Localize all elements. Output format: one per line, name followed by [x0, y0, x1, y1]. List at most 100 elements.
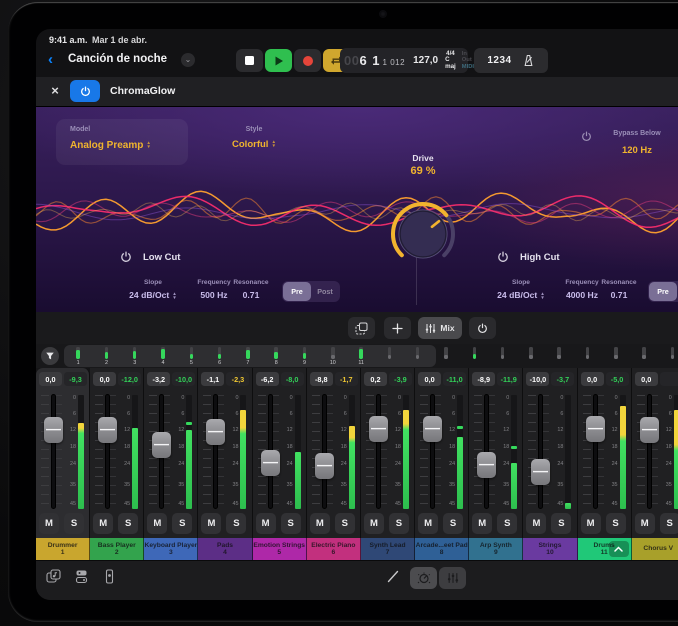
mute-button[interactable]: M — [526, 513, 546, 534]
song-title[interactable]: Canción de noche — [68, 53, 167, 65]
solo-button[interactable]: S — [226, 513, 246, 534]
track-label[interactable]: Pads4 — [198, 538, 252, 560]
mute-button[interactable]: M — [39, 513, 59, 534]
track-label[interactable]: Drummer1 — [36, 538, 90, 560]
solo-button[interactable]: S — [606, 513, 626, 534]
mute-button[interactable]: M — [256, 513, 276, 534]
fader-handle[interactable] — [531, 459, 550, 485]
track-label[interactable]: Bass Player2 — [90, 538, 144, 560]
overview-channel-meter[interactable]: 7 — [234, 345, 262, 367]
overview-channel-meter[interactable]: 3 — [121, 345, 149, 367]
mute-button[interactable]: M — [201, 513, 221, 534]
peak-value[interactable]: -5,0 — [606, 372, 629, 386]
back-chevron-icon[interactable]: ‹ — [48, 50, 53, 70]
pencil-tool-button[interactable] — [386, 569, 401, 584]
peak-value[interactable]: -10,0 — [172, 372, 195, 386]
mute-button[interactable]: M — [581, 513, 601, 534]
fader-handle[interactable] — [640, 417, 659, 443]
overview-channel-meter[interactable]: 5 — [177, 345, 205, 367]
overview-channel-meter[interactable]: 6 — [205, 345, 233, 367]
low-cut-post-button[interactable]: Post — [311, 282, 339, 301]
overview-channel-meter[interactable] — [602, 345, 630, 367]
low-cut-pre-button[interactable]: Pre — [283, 282, 311, 301]
high-cut-power-icon[interactable] — [497, 250, 509, 268]
mute-button[interactable]: M — [147, 513, 167, 534]
low-cut-slope[interactable]: Slope 24 dB/Oct▲▼ — [124, 279, 182, 300]
overview-channel-meter[interactable] — [375, 345, 403, 367]
plugin-tiles-button[interactable] — [74, 569, 89, 584]
solo-button[interactable]: S — [551, 513, 571, 534]
overview-channel-meter[interactable]: 11 — [347, 345, 375, 367]
volume-value[interactable]: -8,9 — [472, 372, 495, 386]
play-button[interactable] — [265, 49, 292, 72]
overview-channel-meter[interactable] — [630, 345, 658, 367]
volume-value[interactable]: 0,0 — [418, 372, 441, 386]
overview-channel-meter[interactable] — [404, 345, 432, 367]
fader-handle[interactable] — [586, 416, 605, 442]
count-in-button[interactable]: 1234 — [487, 55, 511, 66]
overview-channel-meter[interactable]: 2 — [92, 345, 120, 367]
peak-value[interactable]: -3,9 — [389, 372, 412, 386]
peak-value[interactable]: -11,0 — [443, 372, 466, 386]
fader-handle[interactable] — [44, 417, 63, 443]
bypass-power-icon[interactable] — [581, 129, 592, 147]
track-label[interactable]: Strings10 — [523, 538, 577, 560]
record-button[interactable] — [294, 49, 321, 72]
mixer-power-button[interactable] — [469, 317, 496, 339]
loop-browser-button[interactable] — [46, 569, 61, 584]
drive-knob[interactable] — [383, 194, 463, 274]
high-cut-resonance[interactable]: Resonance 0.71 — [596, 279, 642, 300]
fader-handle[interactable] — [315, 453, 334, 479]
overview-channel-meter[interactable] — [573, 345, 601, 367]
knob-view-button[interactable] — [410, 567, 437, 589]
volume-value[interactable]: 0,0 — [635, 372, 658, 386]
solo-button[interactable]: S — [389, 513, 409, 534]
track-label[interactable]: Chorus V — [632, 538, 678, 560]
fader-handle[interactable] — [206, 419, 225, 445]
overview-channel-meter[interactable] — [658, 345, 678, 367]
peak-value[interactable]: -9,3 — [64, 372, 87, 386]
overview-channel-meter[interactable] — [545, 345, 573, 367]
volume-value[interactable]: -10,0 — [526, 372, 549, 386]
mute-button[interactable]: M — [364, 513, 384, 534]
volume-value[interactable]: -6,2 — [256, 372, 279, 386]
solo-button[interactable]: S — [281, 513, 301, 534]
fader-strip-button[interactable] — [102, 569, 117, 584]
mute-button[interactable]: M — [418, 513, 438, 534]
overview-channel-meter[interactable]: 10 — [319, 345, 347, 367]
mute-button[interactable]: M — [472, 513, 492, 534]
fader-handle[interactable] — [261, 450, 280, 476]
overview-channel-meter[interactable]: 9 — [290, 345, 318, 367]
fader-handle[interactable] — [477, 452, 496, 478]
overview-channel-meter[interactable]: 8 — [262, 345, 290, 367]
volume-value[interactable]: -3,2 — [147, 372, 170, 386]
track-label[interactable]: Electric Piano6 — [307, 538, 361, 560]
add-track-button[interactable] — [384, 317, 411, 339]
metronome-icon[interactable] — [522, 54, 535, 67]
fader-handle[interactable] — [98, 417, 117, 443]
mute-button[interactable]: M — [93, 513, 113, 534]
peak-value[interactable]: -11,9 — [497, 372, 520, 386]
track-label[interactable]: Arcade...eet Pad8 — [415, 538, 469, 560]
chevron-down-icon[interactable]: ⌄ — [181, 53, 195, 67]
overview-channel-meter[interactable]: 1 — [64, 345, 92, 367]
overview-channel-meter[interactable] — [488, 345, 516, 367]
track-label[interactable]: Keyboard Player3 — [144, 538, 198, 560]
mix-view-button[interactable]: Mix — [418, 317, 462, 339]
high-cut-pre-button[interactable]: Pre — [649, 282, 677, 301]
solo-button[interactable]: S — [64, 513, 84, 534]
volume-value[interactable]: -1,1 — [201, 372, 224, 386]
track-label[interactable]: Synth Lead7 — [361, 538, 415, 560]
layers-button[interactable] — [348, 317, 375, 339]
filter-button[interactable] — [41, 347, 59, 365]
track-label[interactable]: Drums11 — [578, 538, 632, 560]
bypass-below-control[interactable]: Bypass Below 120 Hz — [602, 122, 672, 156]
overview-channel-meter[interactable] — [432, 345, 460, 367]
peak-value[interactable] — [660, 372, 678, 386]
expand-chevron-button[interactable] — [609, 541, 629, 557]
style-selector[interactable]: Style Colorful▲▼ — [204, 119, 304, 165]
close-icon[interactable]: × — [46, 82, 64, 100]
peak-value[interactable]: -8,0 — [281, 372, 304, 386]
volume-value[interactable]: 0,0 — [581, 372, 604, 386]
overview-channel-meter[interactable] — [517, 345, 545, 367]
